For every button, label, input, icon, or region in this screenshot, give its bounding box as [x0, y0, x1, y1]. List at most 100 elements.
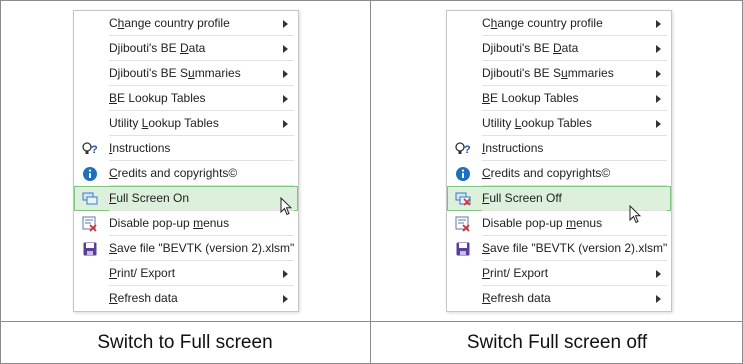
menu-item-label-suffix: ave file "BEVTK (version 2).xlsm": [490, 241, 668, 255]
menu-item-accelerator-key: B: [482, 91, 491, 105]
save-icon: [455, 241, 471, 257]
menu-item-label-suffix: ave file "BEVTK (version 2).xlsm": [117, 241, 295, 255]
menu-item[interactable]: Print/ Export: [74, 261, 298, 286]
menu-item[interactable]: BE Lookup Tables: [447, 86, 671, 111]
submenu-arrow-icon: [283, 295, 288, 303]
menu-item-label-suffix: ange country profile: [497, 16, 603, 30]
menu-item-accelerator-key: R: [482, 291, 491, 305]
menu-item-accelerator-key: P: [109, 266, 118, 280]
menu-item-label: Utility Lookup Tables: [109, 111, 219, 136]
menu-item-label: Print/ Export: [109, 261, 175, 286]
submenu-arrow-icon: [656, 95, 661, 103]
menu-item[interactable]: Djibouti's BE Summaries: [74, 61, 298, 86]
menu-item-label-prefix: C: [109, 16, 118, 30]
menu-item[interactable]: Djibouti's BE Data: [447, 36, 671, 61]
menu-item[interactable]: ? Instructions: [447, 136, 671, 161]
menu-item-label-suffix: nstructions: [485, 141, 544, 155]
help-icon: ?: [455, 141, 471, 157]
menu-item-label: Djibouti's BE Data: [482, 36, 578, 61]
menu-item-label: Djibouti's BE Summaries: [109, 61, 241, 86]
menu-item-label-suffix: redits and copyrights©: [490, 166, 611, 180]
context-menu-full-screen-on: Change country profile Djibouti's BE Data…: [73, 10, 299, 312]
menu-item-label: Instructions: [109, 136, 170, 161]
menu-item[interactable]: Utility Lookup Tables: [447, 111, 671, 136]
menu-item[interactable]: Utility Lookup Tables: [74, 111, 298, 136]
menu-item[interactable]: Refresh data: [447, 286, 671, 311]
submenu-arrow-icon: [283, 95, 288, 103]
menu-item-label-prefix: C: [482, 16, 491, 30]
menu-item-label-suffix: mmaries: [567, 66, 614, 80]
menu-item[interactable]: Djibouti's BE Summaries: [447, 61, 671, 86]
menu-item-label: Djibouti's BE Data: [109, 36, 205, 61]
submenu-arrow-icon: [283, 270, 288, 278]
menu-item-label-suffix: ookup Tables: [148, 116, 219, 130]
disable-menu-icon: [455, 216, 471, 232]
menu-item-label: BE Lookup Tables: [482, 86, 579, 111]
menu-item-label: Save file "BEVTK (version 2).xlsm": [109, 236, 294, 261]
menu-item-label-prefix: Djibouti's BE S: [482, 66, 561, 80]
menu-item-accelerator-key: u: [188, 66, 195, 80]
menu-item-label: Change country profile: [109, 11, 230, 36]
full-screen-off-icon: [455, 191, 471, 207]
menu-item-label: Change country profile: [482, 11, 603, 36]
menu-item-label: Full Screen On: [109, 186, 189, 211]
menu-item-label: Disable pop-up menus: [109, 211, 229, 236]
menu-item-label-prefix: Disable pop-up: [109, 216, 194, 230]
menu-item-label-prefix: Djibouti's BE: [482, 41, 553, 55]
mouse-cursor-icon: [280, 197, 292, 216]
menu-item-label-suffix: ookup Tables: [521, 116, 592, 130]
submenu-arrow-icon: [656, 295, 661, 303]
menu-item-label-suffix: nstructions: [112, 141, 171, 155]
menu-item-label-suffix: ange country profile: [124, 16, 230, 30]
menu-item[interactable]: ? Instructions: [74, 136, 298, 161]
menu-item[interactable]: Print/ Export: [447, 261, 671, 286]
menu-item-accelerator-key: D: [180, 41, 189, 55]
menu-item[interactable]: Refresh data: [74, 286, 298, 311]
menu-item[interactable]: Djibouti's BE Data: [74, 36, 298, 61]
menu-item-label-suffix: efresh data: [117, 291, 178, 305]
menu-item-label-prefix: Utility: [109, 116, 142, 130]
menu-item-label: Instructions: [482, 136, 543, 161]
save-icon: [82, 241, 98, 257]
submenu-arrow-icon: [656, 20, 661, 28]
menu-item[interactable]: BE Lookup Tables: [74, 86, 298, 111]
menu-item-label: Save file "BEVTK (version 2).xlsm": [482, 236, 667, 261]
menu-item-accelerator-key: C: [109, 166, 118, 180]
menu-item-accelerator-key: B: [109, 91, 118, 105]
menu-item[interactable]: Change country profile: [74, 11, 298, 36]
submenu-arrow-icon: [656, 45, 661, 53]
help-icon: ?: [82, 141, 98, 157]
menu-item-accelerator-key: R: [109, 291, 118, 305]
menu-item-label-prefix: Disable pop-up: [482, 216, 567, 230]
menu-item-accelerator-key: m: [193, 216, 204, 230]
menu-item-label-suffix: redits and copyrights©: [117, 166, 238, 180]
menu-item[interactable]: Change country profile: [447, 11, 671, 36]
menu-item-label: Print/ Export: [482, 261, 548, 286]
menu-item-label: Refresh data: [109, 286, 178, 311]
menu-item-label: BE Lookup Tables: [109, 86, 206, 111]
menu-item-label-suffix: ata: [561, 41, 579, 55]
caption-right: Switch Full screen off: [466, 332, 648, 353]
menu-item-label-suffix: enus: [576, 216, 603, 230]
mouse-cursor-icon: [629, 205, 641, 224]
menu-item[interactable]: Full Screen On: [74, 186, 298, 211]
menu-item-label: Djibouti's BE Summaries: [482, 61, 614, 86]
menu-item-accelerator-key: D: [553, 41, 562, 55]
full-screen-icon: [82, 191, 98, 207]
menu-item[interactable]: Credits and copyrights©: [74, 161, 298, 186]
menu-item-label-suffix: efresh data: [490, 291, 551, 305]
menu-item[interactable]: Disable pop-up menus: [74, 211, 298, 236]
menu-item-label: Full Screen Off: [482, 186, 562, 211]
menu-item-label: Utility Lookup Tables: [482, 111, 592, 136]
menu-item-label-suffix: E Lookup Tables: [490, 91, 579, 105]
menu-item-label-suffix: rint/ Export: [117, 266, 176, 280]
menu-item-label-suffix: enus: [203, 216, 230, 230]
menu-item[interactable]: Save file "BEVTK (version 2).xlsm": [447, 236, 671, 261]
menu-item-accelerator-key: u: [561, 66, 568, 80]
menu-item-label-suffix: ull Screen Off: [489, 191, 562, 205]
menu-item[interactable]: Credits and copyrights©: [447, 161, 671, 186]
menu-item-label-suffix: ull Screen On: [116, 191, 190, 205]
disable-menu-icon: [82, 216, 98, 232]
submenu-arrow-icon: [656, 120, 661, 128]
menu-item[interactable]: Save file "BEVTK (version 2).xlsm": [74, 236, 298, 261]
